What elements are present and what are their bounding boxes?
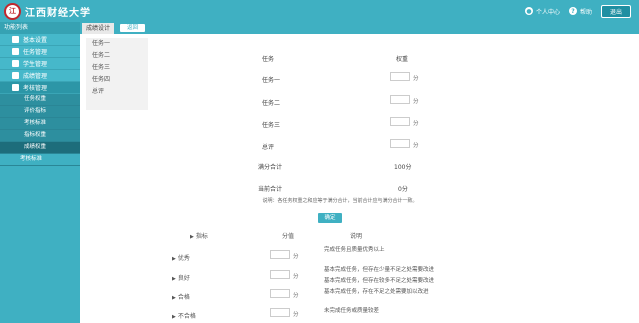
weight-input-2[interactable]	[390, 95, 410, 104]
user-center-link[interactable]: ● 个人中心	[524, 7, 560, 16]
dropdown-item[interactable]: 任务二	[86, 50, 148, 62]
triangle-right-icon: ▶	[172, 276, 176, 282]
top-bar: 江 江西财经大学 ● 个人中心 ? 帮助 退出	[0, 0, 639, 22]
dropdown-item[interactable]: 任务四	[86, 74, 148, 86]
current-total-label: 当前合计	[258, 186, 283, 193]
unit-label: 分	[413, 121, 419, 127]
university-seal-icon: 江	[4, 2, 21, 20]
criteria-row-label[interactable]: ▶ 优秀	[172, 253, 190, 262]
sidebar-item-label: 考核管理	[23, 85, 48, 92]
criteria-col-label: 指标	[195, 233, 208, 240]
criteria-desc: 基本完成任务，但存在较多不足之处需要改进	[324, 278, 435, 284]
logout-button[interactable]: 退出	[600, 4, 631, 18]
criteria-label-text: 合格	[177, 294, 190, 301]
settings-icon	[12, 36, 19, 43]
logo: 江 江西财经大学	[4, 2, 91, 20]
total-label: 满分合计	[258, 164, 283, 171]
weight-row-label: 任务三	[262, 122, 281, 129]
criteria-label-text: 不合格	[177, 313, 196, 320]
weight-input-4[interactable]	[390, 139, 410, 148]
criteria-desc: 未完成任务或质量较差	[324, 308, 380, 314]
weight-row-label: 任务二	[262, 100, 281, 107]
criteria-row-label[interactable]: ▶ 合格	[172, 292, 190, 301]
task-dropdown-list: 任务一 任务二 任务三 任务四 总评	[86, 38, 148, 110]
unit-label: 分	[293, 312, 299, 318]
criteria-col-header-desc: 说明	[350, 233, 363, 240]
total-value: 100分	[394, 164, 412, 171]
unit-label: 分	[293, 274, 299, 280]
help-icon: ?	[568, 7, 577, 15]
top-right-menu: ● 个人中心 ? 帮助 退出	[524, 4, 631, 18]
criteria-col-header-item: ▶ 指标	[190, 231, 208, 240]
criteria-label-text: 良好	[177, 275, 190, 282]
weight-input-3[interactable]	[390, 117, 410, 126]
sidebar-subitem-assessment-standard[interactable]: 考核标准	[0, 118, 80, 130]
criteria-row-label[interactable]: ▶ 良好	[172, 273, 190, 282]
triangle-right-icon: ▶	[190, 234, 194, 240]
dropdown-item[interactable]: 任务一	[86, 38, 148, 50]
sidebar: 功能列表 基本设置 任务管理 学生管理 成绩管理 考核管理 任务权重 评价指标 …	[0, 22, 80, 323]
criteria-score-input-1[interactable]	[270, 250, 290, 259]
back-button[interactable]: 返回	[120, 24, 146, 32]
weight-note: 说明：各任务权重之和应等于满分合计，当前合计应与满分合计一致。	[262, 198, 418, 204]
logo-text: 江西财经大学	[25, 7, 91, 19]
user-center-label: 个人中心	[535, 8, 560, 16]
col-header-weight: 权重	[396, 56, 409, 63]
help-link[interactable]: ? 帮助	[568, 7, 592, 16]
unit-label: 分	[413, 143, 419, 149]
sidebar-item-task-management[interactable]: 任务管理	[0, 46, 80, 58]
sidebar-item-label: 基本设置	[23, 37, 48, 44]
weight-row-label: 任务一	[262, 77, 281, 84]
scale-icon	[12, 84, 19, 91]
dropdown-item[interactable]: 任务三	[86, 62, 148, 74]
sidebar-item-extra[interactable]: 考核标准	[0, 154, 80, 166]
sidebar-item-student-management[interactable]: 学生管理	[0, 58, 80, 70]
sidebar-subitem-evaluation-index[interactable]: 评价指标	[0, 106, 80, 118]
weight-row-label: 总评	[262, 144, 275, 151]
sidebar-item-label: 学生管理	[23, 61, 48, 68]
criteria-desc: 基本完成任务，但存在少量不足之处需要改进	[324, 267, 435, 273]
criteria-desc: 完成任务且质量优秀以上	[324, 247, 385, 253]
unit-label: 分	[293, 293, 299, 299]
unit-label: 分	[413, 99, 419, 105]
current-total-value: 0分	[398, 186, 408, 193]
sidebar-subitem-grade-weight[interactable]: 成绩权重	[0, 142, 80, 154]
weight-input-1[interactable]	[390, 72, 410, 81]
sidebar-item-assessment-management[interactable]: 考核管理	[0, 82, 80, 94]
unit-label: 分	[413, 76, 419, 82]
triangle-right-icon: ▶	[172, 314, 176, 320]
document-icon	[12, 72, 19, 79]
criteria-score-input-3[interactable]	[270, 289, 290, 298]
confirm-button[interactable]: 确定	[318, 213, 342, 223]
criteria-desc: 基本完成任务，存在不足之处需要加以改进	[324, 289, 429, 295]
users-icon	[12, 60, 19, 67]
sidebar-item-basic-settings[interactable]: 基本设置	[0, 34, 80, 46]
sidebar-subitem-index-weight[interactable]: 指标权重	[0, 130, 80, 142]
sidebar-title: 功能列表	[0, 22, 80, 34]
col-header-task: 任务	[262, 56, 275, 63]
edit-icon	[12, 48, 19, 55]
sidebar-item-label: 成绩管理	[23, 73, 48, 80]
sidebar-item-grade-management[interactable]: 成绩管理	[0, 70, 80, 82]
sidebar-subitem-task-weight[interactable]: 任务权重	[0, 94, 80, 106]
triangle-right-icon: ▶	[172, 256, 176, 262]
criteria-score-input-2[interactable]	[270, 270, 290, 279]
dropdown-item[interactable]: 总评	[86, 86, 148, 98]
criteria-row-label[interactable]: ▶ 不合格	[172, 311, 196, 320]
triangle-right-icon: ▶	[172, 295, 176, 301]
criteria-label-text: 优秀	[177, 255, 190, 262]
criteria-score-input-4[interactable]	[270, 308, 290, 317]
sidebar-item-label: 任务管理	[23, 49, 48, 56]
user-icon: ●	[524, 7, 533, 15]
tab-bar: 成绩设计 返回	[80, 22, 639, 34]
tab-current[interactable]: 成绩设计	[82, 23, 115, 34]
help-label: 帮助	[579, 8, 592, 16]
unit-label: 分	[293, 254, 299, 260]
criteria-col-header-score: 分值	[282, 233, 295, 240]
